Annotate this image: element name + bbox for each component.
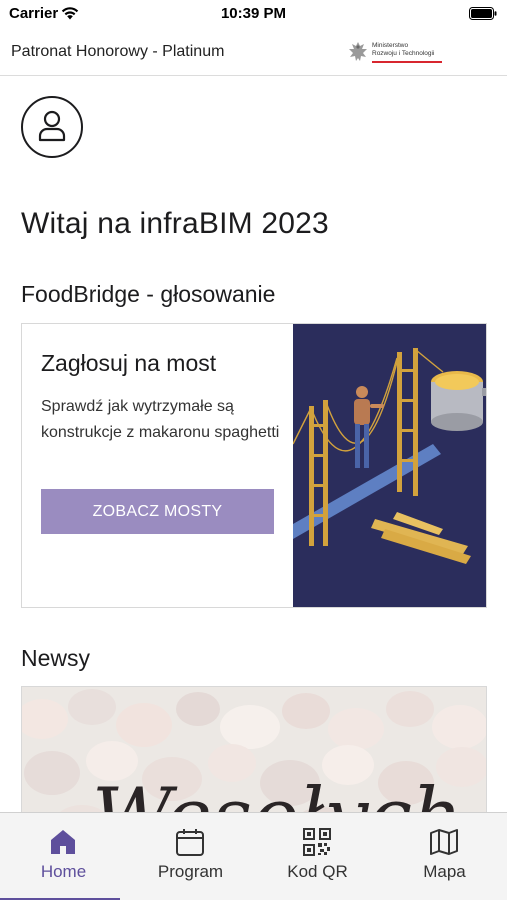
home-icon: [51, 830, 75, 854]
bottom-tab-bar: Home Program Kod QR Mapa: [0, 812, 507, 900]
tab-home-label: Home: [40, 862, 87, 881]
tab-qr-code-label: Kod QR: [287, 862, 348, 881]
foodbridge-vote-card[interactable]: Zagłosuj na most Sprawdź jak wytrzymałe …: [21, 323, 487, 608]
status-bar: Carrier 10:39 PM: [0, 0, 507, 30]
tab-map-label: Mapa: [423, 862, 466, 881]
ministry-logo: Ministerstwo Rozwoju i Technologii: [347, 39, 447, 65]
user-icon: [38, 110, 66, 142]
eagle-emblem-icon: [349, 42, 367, 61]
vote-card-content: Zagłosuj na most Sprawdź jak wytrzymałe …: [22, 324, 293, 607]
tab-map[interactable]: Mapa: [381, 813, 507, 900]
tab-qr-code[interactable]: Kod QR: [254, 813, 381, 900]
welcome-title: Witaj na infraBIM 2023: [21, 207, 329, 240]
tab-program-label: Program: [157, 862, 224, 881]
vote-card-title: Zagłosuj na most: [41, 350, 217, 376]
ministry-logo-line: [372, 61, 442, 63]
qr-code-icon: [303, 828, 331, 856]
foodbridge-heading: FoodBridge - głosowanie: [21, 281, 276, 307]
tab-program[interactable]: Program: [127, 813, 254, 900]
clock: 10:39 PM: [220, 5, 287, 22]
vote-card-description: Sprawdź jak wytrzymałe są konstrukcje z …: [41, 398, 280, 441]
ministry-name: Ministerstwo Rozwoju i Technologii: [372, 42, 435, 57]
calendar-icon: [176, 829, 204, 856]
sponsor-bar: Patronat Honorowy - Platinum Ministerstw…: [0, 30, 507, 76]
sponsor-text: Patronat Honorowy - Platinum: [11, 43, 225, 60]
pasta-bridge-illustration: [293, 324, 486, 607]
see-bridges-button[interactable]: ZOBACZ MOSTY: [41, 489, 274, 534]
profile-button[interactable]: [21, 96, 83, 158]
tab-home[interactable]: Home: [0, 813, 127, 900]
news-heading: Newsy: [21, 645, 91, 671]
map-icon: [430, 829, 458, 855]
battery-icon: [469, 7, 497, 20]
